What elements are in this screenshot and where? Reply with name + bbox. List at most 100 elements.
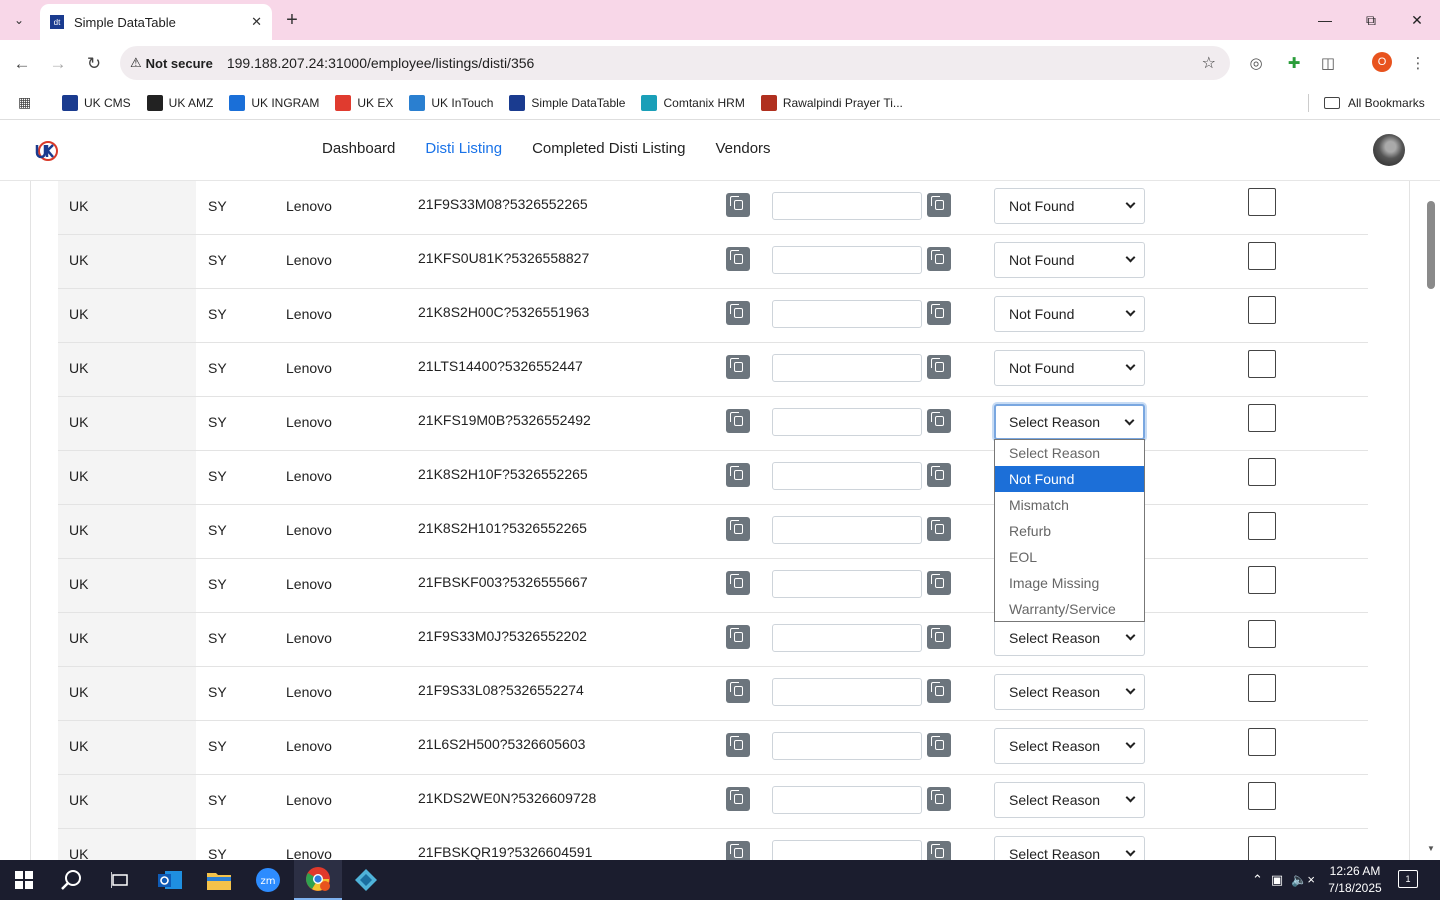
dropdown-option[interactable]: Mismatch: [995, 492, 1144, 518]
copy-sku-button[interactable]: [726, 571, 750, 595]
app-icon[interactable]: [342, 860, 390, 900]
extensions-icon[interactable]: ◫: [1316, 51, 1340, 75]
copy-sku-button[interactable]: [726, 841, 750, 860]
copy-input-button[interactable]: [927, 301, 951, 325]
page-scrollbar[interactable]: ▲ ▼: [1424, 121, 1440, 860]
copy-input-button[interactable]: [927, 841, 951, 860]
zoom-icon[interactable]: zm: [244, 860, 292, 900]
copy-sku-button[interactable]: [726, 517, 750, 541]
chrome-icon[interactable]: [294, 860, 342, 900]
reason-select[interactable]: Select Reason: [994, 836, 1145, 860]
dropdown-option[interactable]: Refurb: [995, 518, 1144, 544]
text-input-field[interactable]: [772, 678, 922, 706]
bookmark-item[interactable]: UK AMZ: [146, 95, 213, 111]
row-checkbox[interactable]: [1248, 566, 1276, 594]
copy-sku-button[interactable]: [726, 625, 750, 649]
copy-input-button[interactable]: [927, 355, 951, 379]
reason-select[interactable]: Select Reason: [994, 728, 1145, 764]
uk-logo-icon[interactable]: [34, 139, 58, 163]
text-input-field[interactable]: [772, 624, 922, 652]
file-explorer-icon[interactable]: [195, 860, 243, 900]
copy-input-button[interactable]: [927, 517, 951, 541]
reason-select[interactable]: Not Found: [994, 242, 1145, 278]
row-checkbox[interactable]: [1248, 350, 1276, 378]
browser-tab[interactable]: dt Simple DataTable ✕: [40, 4, 272, 40]
row-checkbox[interactable]: [1248, 836, 1276, 860]
scroll-down-arrow-icon[interactable]: ▼: [1427, 844, 1435, 853]
volume-mute-icon[interactable]: 🔈×: [1291, 872, 1315, 888]
row-checkbox[interactable]: [1248, 242, 1276, 270]
copy-sku-button[interactable]: [726, 247, 750, 271]
text-input-field[interactable]: [772, 192, 922, 220]
search-icon[interactable]: [48, 860, 96, 900]
text-input-field[interactable]: [772, 300, 922, 328]
address-bar[interactable]: ⚠ Not secure 199.188.207.24:31000/employ…: [120, 46, 1230, 80]
bookmark-item[interactable]: UK InTouch: [409, 95, 493, 111]
back-button[interactable]: ←: [8, 50, 36, 78]
bookmark-item[interactable]: Comtanix HRM: [641, 95, 745, 111]
copy-input-button[interactable]: [927, 247, 951, 271]
row-checkbox[interactable]: [1248, 620, 1276, 648]
network-icon[interactable]: ▣: [1271, 872, 1283, 888]
row-checkbox[interactable]: [1248, 458, 1276, 486]
reason-select[interactable]: Not Found: [994, 296, 1145, 332]
bookmark-star-icon[interactable]: ☆: [1202, 53, 1216, 73]
reason-select[interactable]: Not Found: [994, 188, 1145, 224]
nav-link-disti-listing[interactable]: Disti Listing: [425, 140, 502, 157]
extension-puzzle-green-icon[interactable]: ✚: [1282, 51, 1306, 75]
copy-sku-button[interactable]: [726, 679, 750, 703]
start-icon[interactable]: [0, 860, 48, 900]
reason-select[interactable]: Select Reason: [994, 404, 1145, 440]
copy-sku-button[interactable]: [726, 409, 750, 433]
tab-search-chevron-icon[interactable]: ⌄: [6, 8, 32, 32]
dropdown-option[interactable]: Image Missing: [995, 570, 1144, 596]
notification-center-icon[interactable]: 1: [1398, 870, 1418, 888]
text-input-field[interactable]: [772, 786, 922, 814]
nav-link-vendors[interactable]: Vendors: [716, 140, 771, 157]
text-input-field[interactable]: [772, 354, 922, 382]
text-input-field[interactable]: [772, 408, 922, 436]
text-input-field[interactable]: [772, 516, 922, 544]
menu-kebab-icon[interactable]: ⋮: [1406, 51, 1430, 75]
copy-sku-button[interactable]: [726, 787, 750, 811]
text-input-field[interactable]: [772, 732, 922, 760]
reason-select[interactable]: Select Reason: [994, 620, 1145, 656]
bookmark-item[interactable]: UK CMS: [62, 95, 131, 111]
text-input-field[interactable]: [772, 246, 922, 274]
text-input-field[interactable]: [772, 570, 922, 598]
copy-input-button[interactable]: [927, 679, 951, 703]
bookmark-item[interactable]: UK EX: [335, 95, 393, 111]
scrollbar-thumb[interactable]: [1427, 201, 1435, 289]
new-tab-button[interactable]: +: [280, 8, 304, 32]
row-checkbox[interactable]: [1248, 296, 1276, 324]
minimize-button[interactable]: —: [1302, 0, 1348, 40]
reason-select[interactable]: Select Reason: [994, 782, 1145, 818]
url-text[interactable]: 199.188.207.24:31000/employee/listings/d…: [227, 55, 534, 71]
row-checkbox[interactable]: [1248, 188, 1276, 216]
copy-input-button[interactable]: [927, 409, 951, 433]
security-label[interactable]: Not secure: [146, 56, 213, 71]
dropdown-option[interactable]: EOL: [995, 544, 1144, 570]
row-checkbox[interactable]: [1248, 674, 1276, 702]
bookmark-item[interactable]: Rawalpindi Prayer Ti...: [760, 95, 903, 111]
copy-input-button[interactable]: [927, 787, 951, 811]
copy-sku-button[interactable]: [726, 463, 750, 487]
reason-select[interactable]: Not Found: [994, 350, 1145, 386]
copy-input-button[interactable]: [927, 733, 951, 757]
text-input-field[interactable]: [772, 462, 922, 490]
copy-input-button[interactable]: [927, 571, 951, 595]
apps-grid-icon[interactable]: ▦: [18, 94, 31, 111]
copy-sku-button[interactable]: [726, 193, 750, 217]
taskbar-clock[interactable]: 12:26 AM 7/18/2025: [1320, 863, 1390, 897]
bookmark-item[interactable]: UK INGRAM: [229, 95, 319, 111]
close-tab-icon[interactable]: ✕: [251, 14, 262, 30]
tray-chevron-icon[interactable]: ⌃: [1252, 872, 1263, 888]
translate-icon[interactable]: ◎: [1244, 51, 1268, 75]
bookmark-item[interactable]: Simple DataTable: [509, 95, 625, 111]
restore-button[interactable]: ⧉: [1348, 0, 1394, 40]
row-checkbox[interactable]: [1248, 782, 1276, 810]
row-checkbox[interactable]: [1248, 728, 1276, 756]
row-checkbox[interactable]: [1248, 512, 1276, 540]
copy-input-button[interactable]: [927, 625, 951, 649]
close-window-button[interactable]: ✕: [1394, 0, 1440, 40]
